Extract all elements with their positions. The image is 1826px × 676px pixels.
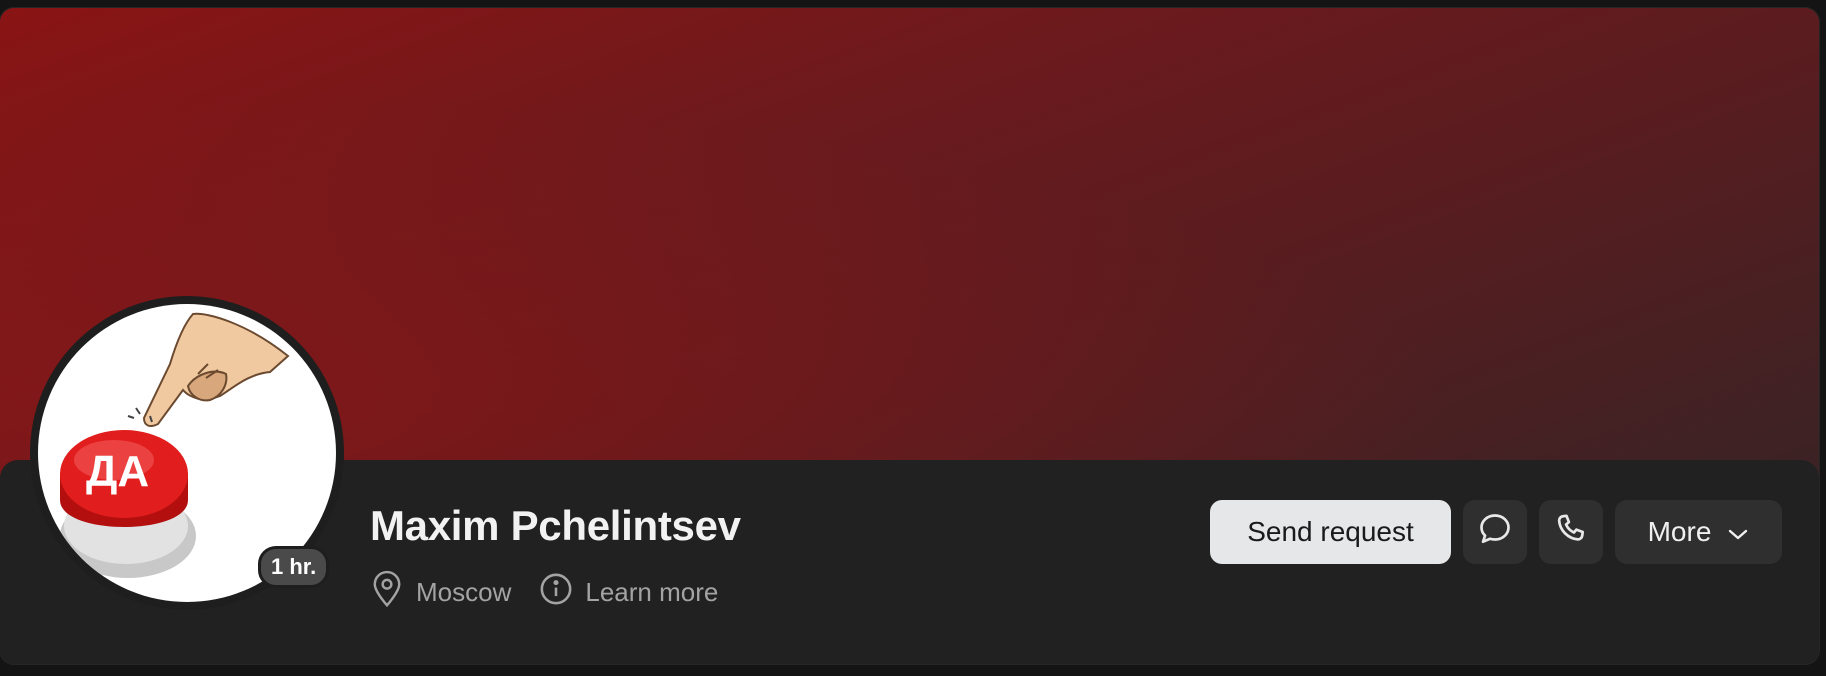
phone-icon — [1553, 511, 1589, 554]
location-item: Moscow — [370, 570, 511, 615]
more-label: More — [1647, 516, 1712, 547]
call-button[interactable] — [1539, 500, 1603, 564]
chevron-down-icon — [1727, 516, 1749, 548]
send-request-button[interactable]: Send request — [1210, 500, 1451, 564]
message-button[interactable] — [1463, 500, 1527, 564]
profile-name: Maxim Pchelintsev — [370, 502, 741, 549]
message-bubble-icon — [1477, 511, 1513, 554]
location-pin-icon — [370, 570, 404, 615]
more-button[interactable]: More — [1615, 500, 1782, 564]
learn-more-label: Learn more — [585, 577, 719, 607]
learn-more-link[interactable]: Learn more — [539, 572, 718, 613]
profile-meta: Moscow Learn more — [370, 570, 718, 615]
location-label: Moscow — [416, 577, 512, 607]
info-icon — [539, 572, 573, 613]
last-seen-badge: 1 hr. — [258, 546, 330, 588]
avatar-button-text: ДА — [86, 447, 149, 496]
profile-actions: Send request More — [1210, 500, 1782, 564]
